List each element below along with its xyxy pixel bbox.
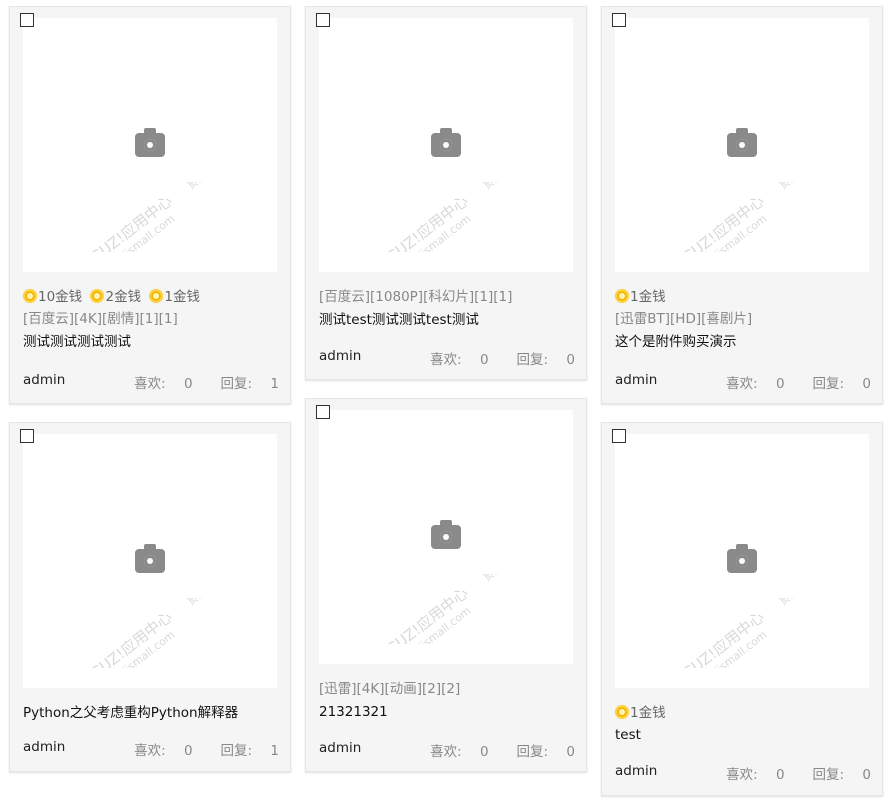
select-checkbox[interactable] [316, 405, 330, 419]
thumbnail[interactable] [23, 434, 277, 688]
post-tags: [迅雷BT][HD][喜剧片] [615, 311, 753, 327]
coin-icon [90, 289, 105, 303]
thumbnail[interactable] [615, 434, 869, 688]
post-card[interactable]: DISCUZ!应用中心 addon.dismall.com 贰道 Python之… [9, 422, 291, 772]
select-checkbox[interactable] [612, 13, 626, 27]
price-item: 2金钱 [90, 289, 141, 305]
author-link[interactable]: admin [615, 763, 657, 779]
post-card[interactable]: DISCUZ!应用中心 addon.dismall.com 贰道 1金钱 tes… [601, 422, 883, 796]
post-card[interactable]: DISCUZ!应用中心 addon.dismall.com 贰道 1金钱 [迅雷… [601, 6, 883, 404]
price-item: 1金钱 [615, 705, 666, 721]
select-checkbox[interactable] [612, 429, 626, 443]
post-tags: [迅雷][4K][动画][2][2] [319, 681, 461, 697]
likes-count: 喜欢: 0 [430, 352, 489, 368]
author-link[interactable]: admin [319, 740, 361, 756]
price-list: 10金钱 2金钱 1金钱 [23, 286, 280, 308]
price-item: 10金钱 [23, 289, 82, 305]
coin-icon [149, 289, 164, 303]
replies-count: 回复: 0 [516, 352, 575, 368]
coin-icon [615, 705, 629, 719]
post-card[interactable]: DISCUZ!应用中心 addon.dismall.com 贰道 10金钱 2金… [9, 6, 291, 404]
author-link[interactable]: admin [615, 372, 657, 388]
camera-icon [727, 128, 757, 157]
replies-count: 回复: 1 [220, 743, 279, 759]
select-checkbox[interactable] [20, 429, 34, 443]
thumbnail[interactable] [319, 18, 573, 272]
replies-count: 回复: 0 [516, 744, 575, 760]
price-list: 1金钱 [615, 286, 872, 308]
coin-icon [23, 289, 37, 303]
replies-count: 回复: 1 [220, 376, 279, 392]
post-title[interactable]: 测试测试测试测试 [23, 331, 280, 354]
likes-count: 喜欢: 0 [430, 744, 489, 760]
likes-count: 喜欢: 0 [134, 376, 193, 392]
author-link[interactable]: admin [319, 348, 361, 364]
post-title[interactable]: test [615, 724, 872, 747]
post-card[interactable]: DISCUZ!应用中心 addon.dismall.com 贰道 [百度云][1… [305, 6, 587, 380]
post-title[interactable]: 21321321 [319, 701, 576, 724]
post-title[interactable]: Python之父考虑重构Python解释器 [23, 702, 280, 725]
post-tags: [百度云][4K][剧情][1][1] [23, 311, 178, 327]
author-link[interactable]: admin [23, 739, 65, 755]
camera-icon [727, 544, 757, 573]
select-checkbox[interactable] [316, 13, 330, 27]
thumbnail[interactable] [319, 410, 573, 664]
price-item: 1金钱 [149, 289, 200, 305]
camera-icon [135, 544, 165, 573]
select-checkbox[interactable] [20, 13, 34, 27]
camera-icon [135, 128, 165, 157]
post-title[interactable]: 这个是附件购买演示 [615, 331, 872, 354]
thumbnail[interactable] [23, 18, 277, 272]
price-item: 1金钱 [615, 289, 666, 305]
likes-count: 喜欢: 0 [134, 743, 193, 759]
post-title[interactable]: 测试test测试测试test测试 [319, 309, 576, 332]
likes-count: 喜欢: 0 [726, 376, 785, 392]
price-list: 1金钱 [615, 702, 872, 724]
likes-count: 喜欢: 0 [726, 767, 785, 783]
replies-count: 回复: 0 [812, 376, 871, 392]
camera-icon [431, 128, 461, 157]
replies-count: 回复: 0 [812, 767, 871, 783]
author-link[interactable]: admin [23, 372, 65, 388]
post-card[interactable]: DISCUZ!应用中心 addon.dismall.com 贰道 [迅雷][4K… [305, 398, 587, 772]
coin-icon [615, 289, 629, 303]
post-tags: [百度云][1080P][科幻片][1][1] [319, 289, 513, 305]
camera-icon [431, 520, 461, 549]
thumbnail[interactable] [615, 18, 869, 272]
